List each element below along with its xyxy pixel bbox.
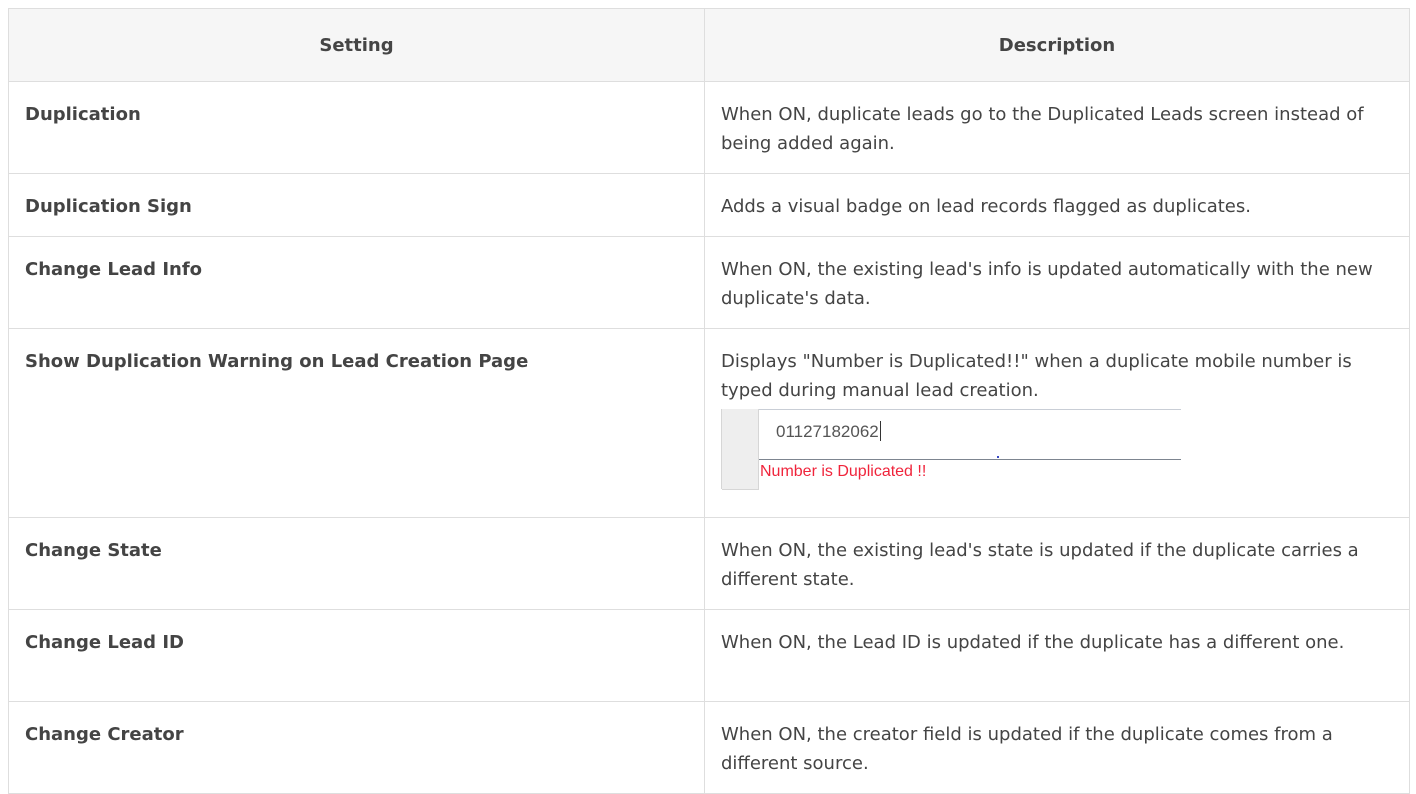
setting-name: Change Creator: [8, 701, 705, 794]
table-header-row: Setting Description: [8, 8, 1410, 82]
setting-name: Change Lead ID: [8, 609, 705, 702]
text-cursor: [879, 421, 881, 441]
table-row: Change State When ON, the existing lead'…: [8, 517, 1410, 610]
setting-name: Change State: [8, 517, 705, 610]
table-row: Duplication When ON, duplicate leads go …: [8, 81, 1410, 174]
setting-description: When ON, the existing lead's state is up…: [704, 517, 1410, 610]
setting-description: Adds a visual badge on lead records flag…: [704, 173, 1410, 237]
setting-description-cell: Displays "Number is Duplicated!!" when a…: [704, 328, 1410, 518]
mobile-number-text: 01127182062: [776, 422, 879, 441]
mobile-number-field[interactable]: 01127182062: [759, 409, 1181, 460]
setting-name: Change Lead Info: [8, 236, 705, 329]
example-sidebar-strip: [722, 409, 759, 490]
duplicate-error-message: Number is Duplicated !!: [760, 463, 927, 480]
mobile-number-value: 01127182062: [776, 420, 881, 444]
table-row: Show Duplication Warning on Lead Creatio…: [8, 328, 1410, 518]
field-marker-dot: [997, 456, 999, 458]
setting-name: Show Duplication Warning on Lead Creatio…: [8, 328, 705, 518]
table-row: Change Lead Info When ON, the existing l…: [8, 236, 1410, 329]
duplication-warning-example: 01127182062 Number is Duplicated !!: [721, 409, 1182, 490]
setting-description: When ON, duplicate leads go to the Dupli…: [704, 81, 1410, 174]
setting-column-header: Setting: [8, 8, 705, 82]
setting-name: Duplication Sign: [8, 173, 705, 237]
setting-description: When ON, the existing lead's info is upd…: [704, 236, 1410, 329]
setting-description: When ON, the Lead ID is updated if the d…: [704, 609, 1410, 702]
table-row: Change Creator When ON, the creator fiel…: [8, 701, 1410, 794]
setting-name: Duplication: [8, 81, 705, 174]
duplication-settings-table: Setting Description Duplication When ON,…: [8, 8, 1410, 794]
setting-description: When ON, the creator field is updated if…: [704, 701, 1410, 794]
table-row: Duplication Sign Adds a visual badge on …: [8, 173, 1410, 237]
description-column-header: Description: [704, 8, 1410, 82]
table-row: Change Lead ID When ON, the Lead ID is u…: [8, 609, 1410, 702]
setting-description: Displays "Number is Duplicated!!" when a…: [721, 351, 1352, 401]
settings-table-container: Setting Description Duplication When ON,…: [8, 8, 1410, 794]
